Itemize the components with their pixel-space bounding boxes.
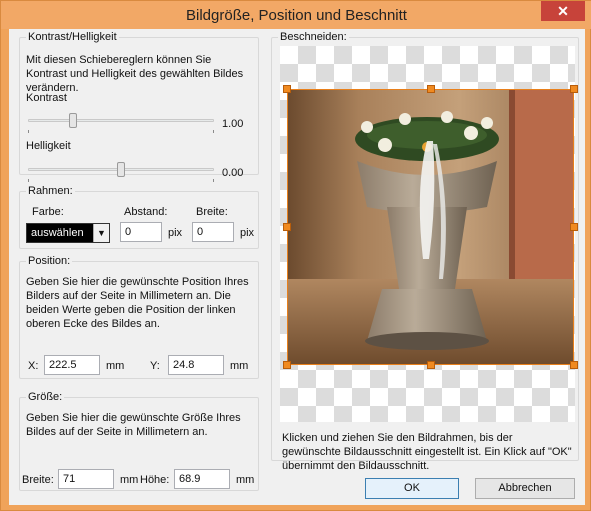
size-width-input[interactable]: 71 [58, 469, 114, 489]
size-description: Geben Sie hier die gewünschte Größe Ihre… [26, 412, 241, 438]
dialog-window: Bildgröße, Position und Beschnitt ✕ Kont… [0, 0, 591, 511]
crop-handle-bottom[interactable] [427, 361, 435, 369]
contrast-tick-right [213, 130, 214, 133]
contrast-slider-thumb[interactable] [69, 113, 77, 128]
crop-handle-bottom-left[interactable] [283, 361, 291, 369]
frame-width-label: Breite: [196, 206, 228, 218]
brightness-label: Helligkeit [26, 140, 71, 152]
chevron-down-icon[interactable]: ▼ [93, 224, 109, 242]
position-y-label: Y: [150, 360, 160, 372]
crop-handle-bottom-right[interactable] [570, 361, 578, 369]
frame-color-select[interactable]: auswählen ▼ [26, 223, 110, 243]
size-width-label: Breite: [22, 474, 54, 486]
position-description: Geben Sie hier die gewünschte Position I… [26, 276, 249, 330]
close-icon: ✕ [557, 3, 569, 19]
close-button[interactable]: ✕ [541, 1, 585, 21]
window-title: Bildgröße, Position und Beschnitt [186, 7, 407, 24]
contrast-tick-left [28, 130, 29, 133]
contrast-slider[interactable] [28, 113, 214, 133]
cancel-button[interactable]: Abbrechen [475, 478, 575, 499]
frame-width-unit: pix [240, 227, 255, 239]
position-x-label: X: [28, 360, 39, 372]
frame-distance-label: Abstand: [124, 206, 168, 218]
size-group: Größe: Geben Sie hier die gewünschte Grö… [19, 391, 259, 491]
crop-preview-canvas[interactable] [280, 46, 578, 422]
frame-distance-input[interactable]: 0 [120, 222, 162, 242]
crop-handle-top[interactable] [427, 85, 435, 93]
crop-handle-right[interactable] [570, 223, 578, 231]
crop-frame[interactable] [287, 89, 574, 365]
brightness-tick-left [28, 179, 29, 182]
position-y-unit: mm [230, 360, 249, 372]
size-group-legend: Größe: [28, 391, 63, 403]
brightness-tick-right [213, 179, 214, 182]
contrast-slider-track [28, 119, 214, 122]
contrast-value: 1.00 [222, 118, 244, 130]
contrast-brightness-group: Kontrast/Helligkeit Mit diesen Schiebere… [19, 31, 259, 182]
brightness-slider[interactable] [28, 162, 214, 182]
crop-handle-top-left[interactable] [283, 85, 291, 93]
position-group-legend: Position: [28, 255, 71, 267]
title-bar[interactable]: Bildgröße, Position und Beschnitt ✕ [1, 1, 591, 29]
contrast-label: Kontrast [26, 92, 67, 104]
size-width-unit: mm [120, 474, 139, 486]
position-x-unit: mm [106, 360, 125, 372]
frame-color-value: auswählen [27, 224, 93, 242]
contrast-group-legend: Kontrast/Helligkeit [28, 31, 117, 43]
frame-width-input[interactable]: 0 [192, 222, 234, 242]
dialog-client-area: Kontrast/Helligkeit Mit diesen Schiebere… [9, 29, 585, 505]
frame-group: Rahmen: Farbe: auswählen ▼ Abstand: 0 pi… [19, 185, 259, 249]
size-height-input[interactable]: 68.9 [174, 469, 230, 489]
size-height-unit: mm [236, 474, 255, 486]
brightness-slider-thumb[interactable] [117, 162, 125, 177]
position-x-input[interactable]: 222.5 [44, 355, 100, 375]
position-y-input[interactable]: 24.8 [168, 355, 224, 375]
crop-handle-left[interactable] [283, 223, 291, 231]
crop-group-legend: Beschneiden: [280, 31, 347, 43]
crop-hint: Klicken und ziehen Sie den Bildrahmen, b… [282, 432, 572, 472]
position-group: Position: Geben Sie hier die gewünschte … [19, 255, 259, 379]
size-height-label: Höhe: [140, 474, 170, 486]
frame-group-legend: Rahmen: [28, 185, 73, 197]
contrast-description: Mit diesen Schiebereglern können Sie Kon… [26, 54, 244, 94]
ok-button[interactable]: OK [365, 478, 459, 499]
crop-handle-top-right[interactable] [570, 85, 578, 93]
frame-color-label: Farbe: [32, 206, 64, 218]
frame-distance-unit: pix [168, 227, 183, 239]
brightness-value: 0.00 [222, 167, 244, 179]
